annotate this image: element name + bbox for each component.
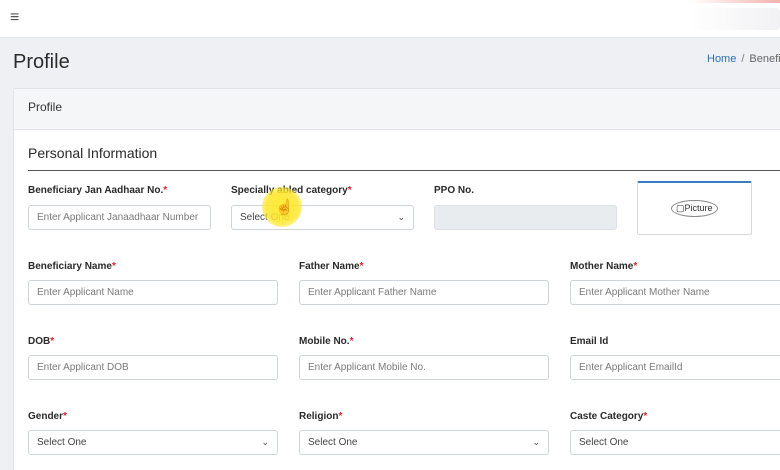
mobile-input[interactable] [299, 355, 549, 380]
religion-select[interactable]: Select One ⌄ [299, 430, 549, 455]
email-label: Email Id [570, 336, 609, 347]
caste-category-selected-value: Select One [579, 437, 629, 448]
mother-name-input[interactable] [570, 280, 780, 305]
religion-selected-value: Select One [308, 437, 358, 448]
broken-image-icon: ▢Picture [671, 200, 718, 217]
email-input[interactable] [570, 355, 780, 380]
mother-name-label: Mother Name* [570, 261, 638, 272]
ppo-input [434, 205, 617, 230]
gender-label: Gender* [28, 411, 67, 422]
profile-picture-frame: ▢Picture [637, 181, 752, 235]
hamburger-icon[interactable]: ≡ [10, 10, 19, 26]
breadcrumb-current: Benefi [749, 53, 780, 65]
dob-input[interactable] [28, 355, 278, 380]
specially-abled-select[interactable]: Select One ⌄ [231, 205, 414, 230]
page-title: Profile [13, 51, 70, 73]
chevron-down-icon: ⌄ [397, 212, 405, 222]
chevron-down-icon: ⌄ [532, 437, 540, 447]
ppo-label: PPO No. [434, 185, 475, 196]
beneficiary-name-input[interactable] [28, 280, 278, 305]
top-navbar: ≡ [0, 0, 780, 38]
section-divider [28, 170, 780, 171]
mobile-label: Mobile No.* [299, 336, 354, 347]
top-right-user-area [690, 8, 780, 30]
chevron-down-icon: ⌄ [261, 437, 269, 447]
top-right-accent [690, 0, 780, 3]
breadcrumb: Home / Benefi [707, 53, 780, 65]
dob-label: DOB* [28, 336, 55, 347]
religion-label: Religion* [299, 411, 343, 422]
breadcrumb-separator: / [741, 53, 745, 65]
father-name-label: Father Name* [299, 261, 364, 272]
jan-aadhaar-input[interactable] [28, 205, 211, 230]
profile-card: Profile Personal Information Beneficiary… [13, 88, 780, 470]
section-title: Personal Information [28, 145, 158, 161]
gender-selected-value: Select One [37, 437, 87, 448]
father-name-input[interactable] [299, 280, 549, 305]
caste-category-label: Caste Category* [570, 411, 648, 422]
caste-category-select[interactable]: Select One [570, 430, 780, 455]
picture-alt-text: Picture [684, 203, 713, 213]
card-header: Profile [14, 89, 780, 130]
jan-aadhaar-label: Beneficiary Jan Aadhaar No.* [28, 185, 168, 196]
beneficiary-name-label: Beneficiary Name* [28, 261, 116, 272]
specially-abled-label: Specially abled category* [231, 185, 352, 196]
gender-select[interactable]: Select One ⌄ [28, 430, 278, 455]
specially-abled-selected-value: Select One [240, 212, 290, 223]
breadcrumb-home-link[interactable]: Home [707, 53, 736, 65]
